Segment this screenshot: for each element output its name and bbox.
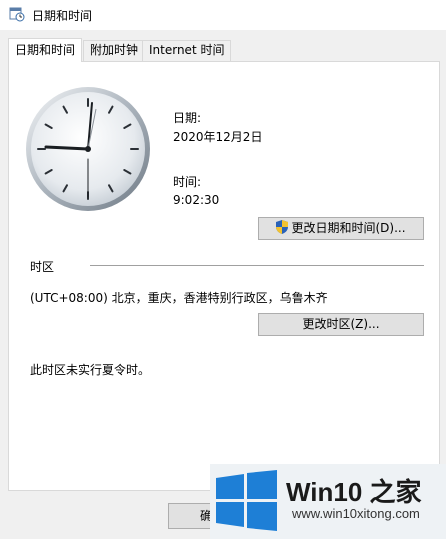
clock-face-icon [26, 87, 150, 211]
dst-note: 此时区未实行夏令时。 [30, 363, 151, 377]
time-label: 时间: [173, 175, 202, 189]
tab-additional-clocks[interactable]: 附加时钟 [83, 40, 146, 61]
time-value: 9:02:30 [173, 193, 220, 207]
watermark-brand: Win10 之家 [286, 477, 422, 507]
window-title: 日期和时间 [32, 9, 93, 23]
change-timezone-button[interactable]: 更改时区(Z)... [258, 313, 424, 336]
timezone-section-label: 时区 [30, 260, 55, 274]
watermark-url: www.win10xitong.com [292, 506, 420, 521]
section-divider [90, 265, 424, 266]
timezone-value: (UTC+08:00) 北京，重庆，香港特别行政区，乌鲁木齐 [30, 291, 328, 305]
analog-clock [24, 85, 152, 213]
date-value: 2020年12月2日 [173, 130, 263, 144]
change-date-time-label: 更改日期和时间(D)... [291, 221, 406, 235]
change-timezone-label: 更改时区(Z)... [302, 317, 380, 331]
tab-date-time[interactable]: 日期和时间 [8, 38, 83, 62]
change-date-time-button[interactable]: 更改日期和时间(D)... [258, 217, 424, 240]
windows-logo-icon [216, 470, 277, 531]
tab-internet-time[interactable]: Internet 时间 [142, 40, 232, 61]
title-bar: 日期和时间 [0, 0, 446, 30]
date-label: 日期: [173, 111, 202, 125]
calendar-clock-icon [9, 7, 25, 22]
uac-shield-icon [276, 220, 289, 234]
